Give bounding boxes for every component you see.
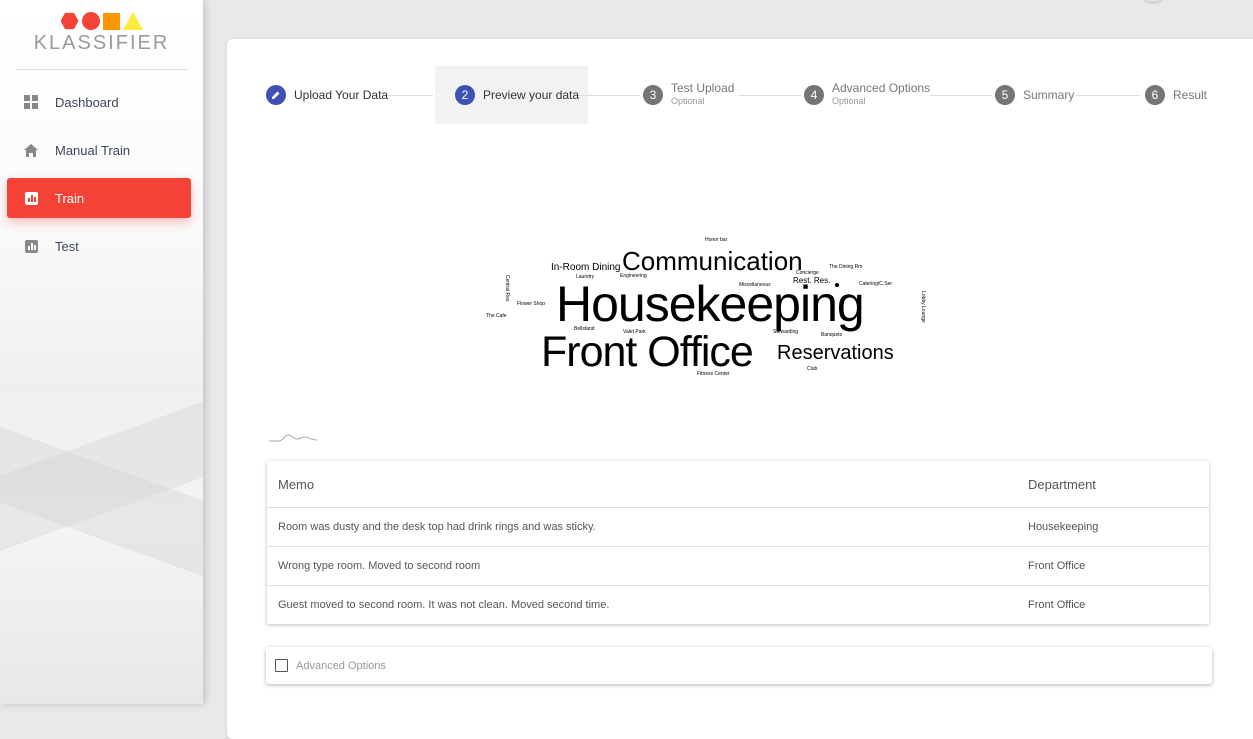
word-cloud-word: Catering/C.Ser [859,281,893,287]
sidebar-item-test[interactable]: Test [7,226,191,266]
word-cloud-word: Communication [622,246,803,276]
advanced-options-label: Advanced Options [296,659,386,672]
word-cloud-word: Laundry [576,274,595,280]
column-header-memo[interactable]: Memo [267,477,1028,492]
word-cloud-word: The Dining Rm [829,264,863,270]
sidebar-nav: Dashboard Manual Train Train Test [7,82,191,274]
word-cloud-word: Rest. Res. [793,276,831,285]
word-cloud-word: Bellstand [574,326,595,332]
word-cloud-word: Stewarding [773,329,799,335]
cell-memo: Room was dusty and the desk top had drin… [278,521,596,533]
table-row[interactable]: Wrong type room. Moved to second room Fr… [267,547,1209,586]
column-header-department[interactable]: Department [1028,477,1209,492]
advanced-options-panel[interactable]: Advanced Options [266,647,1212,684]
sidebar-item-dashboard[interactable]: Dashboard [7,82,191,122]
sidebar-item-label: Test [55,238,79,254]
word-cloud-word: Miscellaneous [739,282,771,288]
word-cloud-word: Honor bar [705,237,728,243]
word-cloud-word: Housekeeping [556,276,865,332]
bar-chart-icon [23,190,39,206]
logo-text: KLASSIFIER [33,32,170,54]
table-row[interactable]: Guest moved to second room. It was not c… [267,586,1209,624]
word-cloud-word: In-Room Dining [551,262,621,273]
table-header: Memo Department [267,461,1209,508]
logo-shapes-icon [0,10,203,30]
sidebar: KLASSIFIER Dashboard Manual Train Train [0,0,203,704]
sidebar-item-label: Manual Train [55,142,131,158]
sidebar-item-manual-train[interactable]: Manual Train [7,130,191,170]
main-card: Upload Your Data 2 Preview your data 3 T… [227,39,1253,739]
home-icon [23,142,39,158]
word-cloud-word: Lobby Lounge [920,291,926,323]
table-row[interactable]: Room was dusty and the desk top had drin… [267,508,1209,547]
data-preview-table: Memo Department Room was dusty and the d… [267,461,1209,624]
word-cloud-word: Central Res [504,275,510,302]
cell-department: Housekeeping [1028,521,1099,533]
chevron-collapse-icon[interactable] [269,432,317,442]
word-cloud-word: Reservations [777,342,894,364]
sidebar-item-label: Train [55,190,85,206]
cell-memo: Guest moved to second room. It was not c… [278,599,610,611]
cell-memo: Wrong type room. Moved to second room [278,560,481,572]
sidebar-item-label: Dashboard [55,94,119,110]
word-cloud-dot [835,283,839,287]
sidebar-item-train[interactable]: Train [7,178,191,218]
word-cloud-word: Club [807,366,818,372]
word-cloud-word: The Cafe [486,313,507,319]
cell-department: Front Office [1028,560,1086,572]
word-cloud-word: Engineering [620,273,647,279]
cell-department: Front Office [1028,599,1086,611]
dashboard-icon [23,94,39,110]
word-cloud: Housekeeping Front Office Communication … [227,39,1253,459]
bar-chart-icon [23,238,39,254]
app-logo[interactable]: KLASSIFIER [0,10,203,55]
sidebar-divider [15,69,188,70]
word-cloud-word: Fitness Center [697,371,730,377]
word-cloud-word: Front Office [541,328,754,376]
user-avatar[interactable] [1140,0,1166,2]
word-cloud-word: Valet Park [623,329,646,335]
sidebar-background-image [0,274,203,704]
word-cloud-word: Banquets [821,332,843,338]
advanced-options-checkbox[interactable] [275,659,288,672]
word-cloud-word: Flower Shop [517,301,546,307]
